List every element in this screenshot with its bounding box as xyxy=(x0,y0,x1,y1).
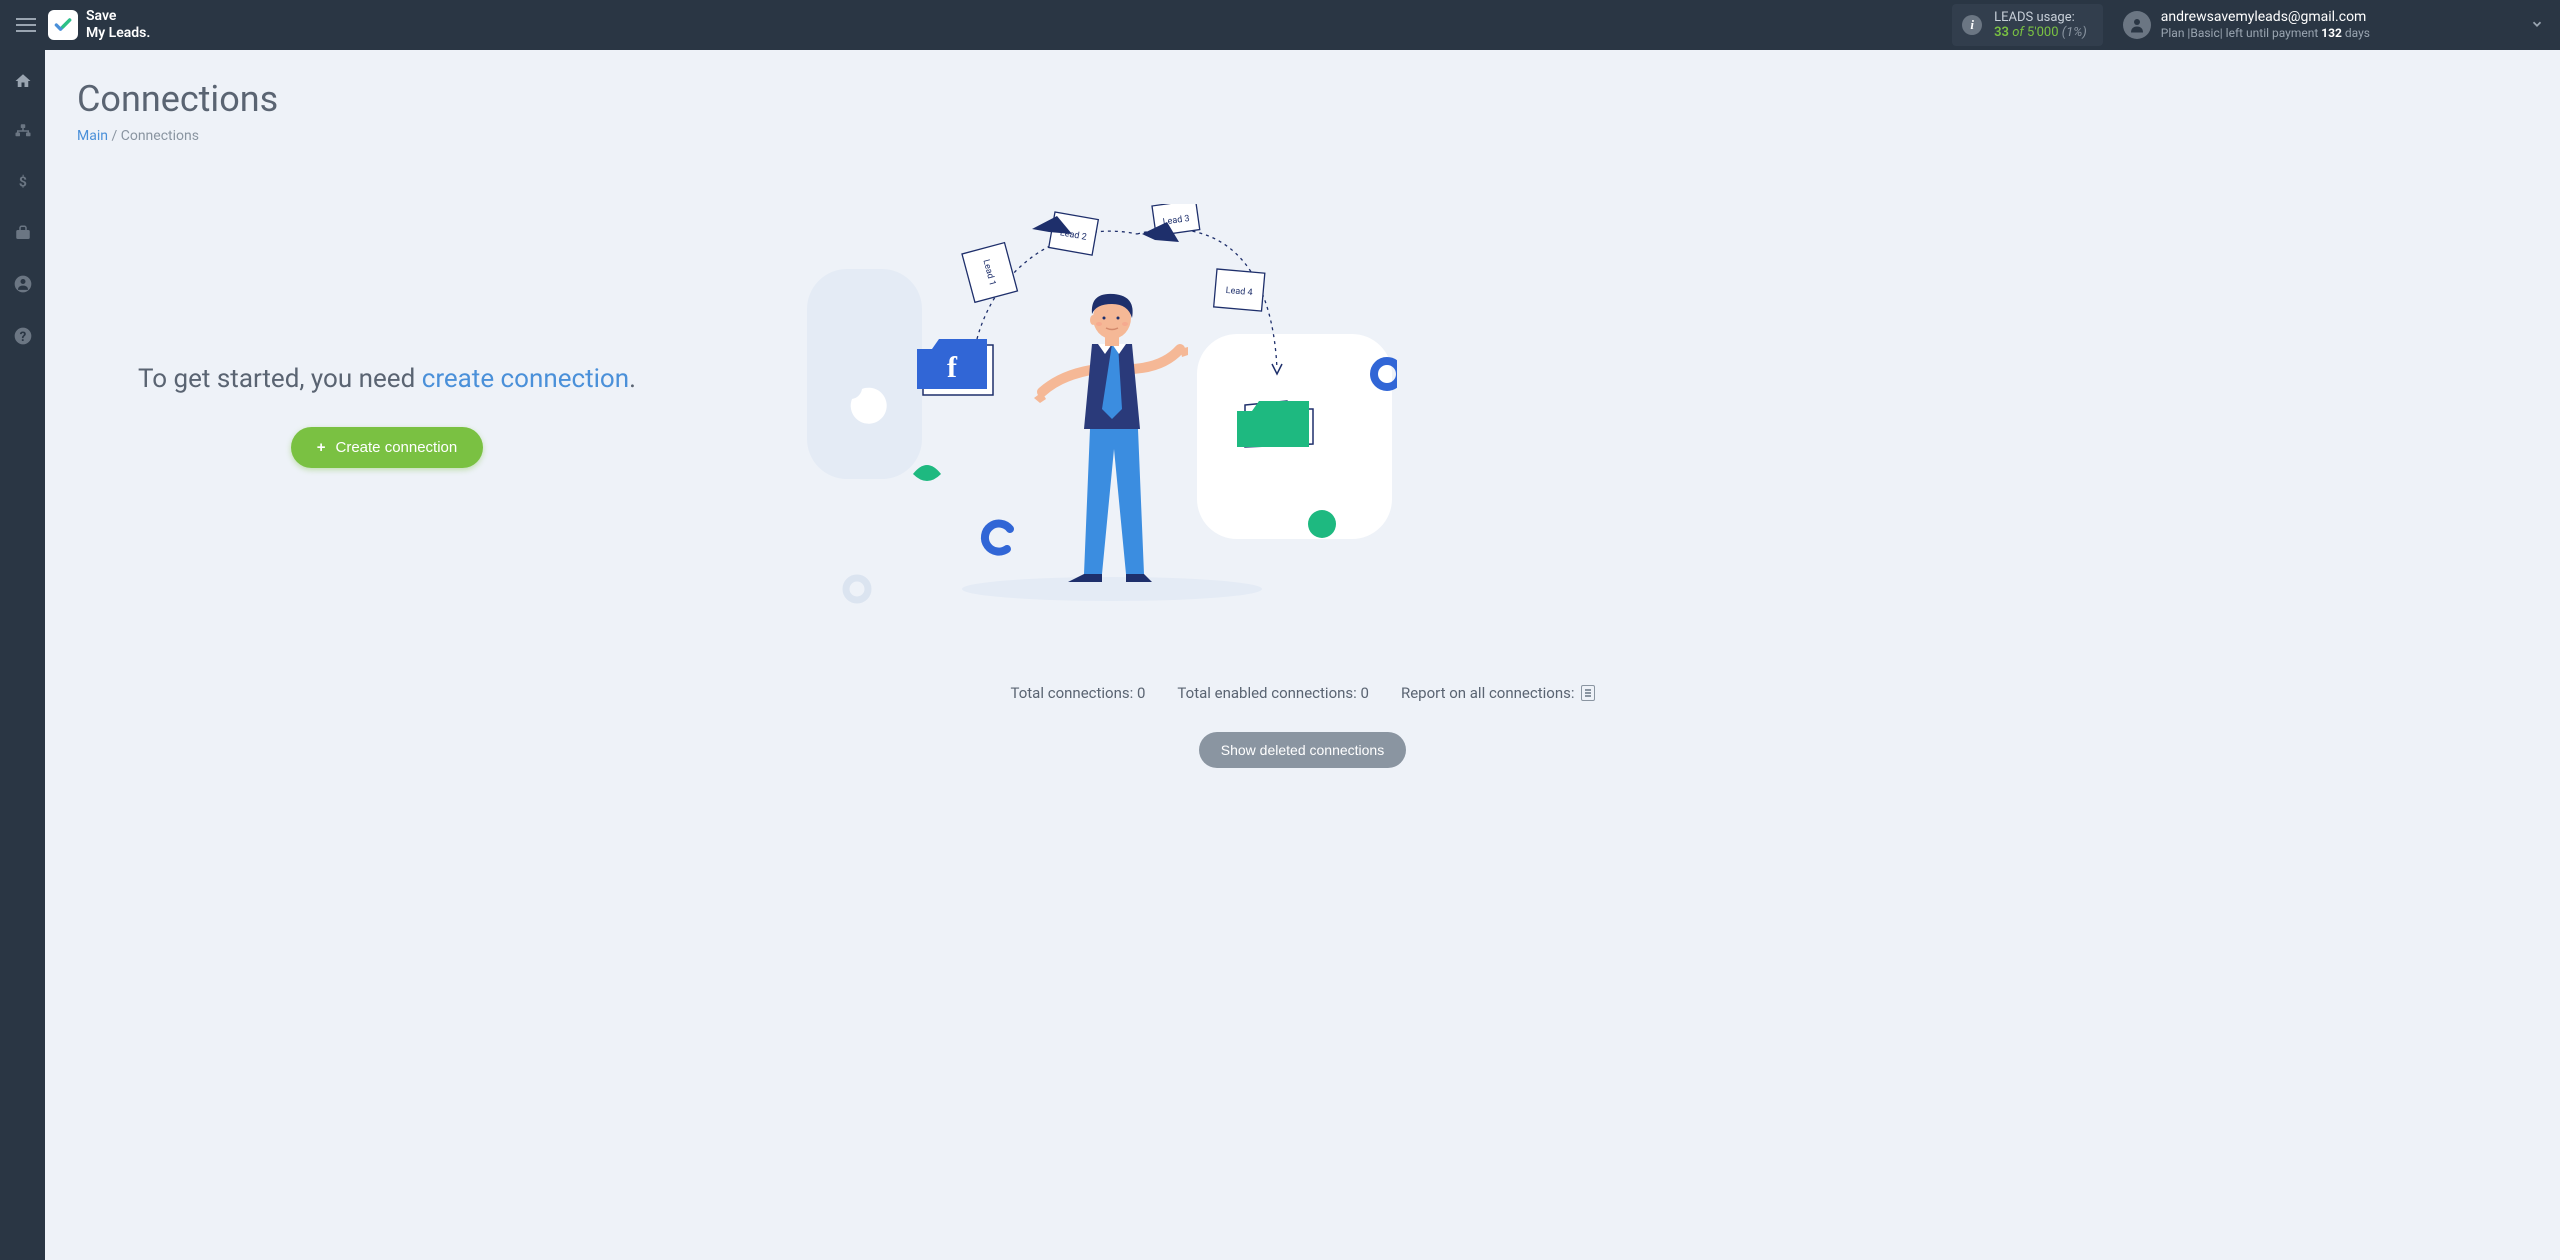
leads-usage-label: LEADS usage: xyxy=(1994,10,2087,25)
breadcrumb: Main / Connections xyxy=(77,128,2528,144)
user-email: andrewsavemyleads@gmail.com xyxy=(2161,8,2370,26)
breadcrumb-main-link[interactable]: Main xyxy=(77,128,108,144)
sidebar-item-connections[interactable] xyxy=(0,118,45,144)
plus-icon: + xyxy=(317,439,326,456)
page-title: Connections xyxy=(77,78,2528,120)
leads-usage-values: 33 of 5'000 (1%) xyxy=(1994,25,2087,40)
sidebar-item-home[interactable] xyxy=(0,68,45,94)
logo-text: Save My Leads. xyxy=(86,8,150,42)
empty-state-text: To get started, you need create connecti… xyxy=(77,360,697,399)
avatar-icon xyxy=(2123,11,2151,39)
stat-total: Total connections: 0 xyxy=(1011,684,1146,702)
logo[interactable]: Save My Leads. xyxy=(48,8,150,42)
hamburger-menu-icon[interactable] xyxy=(16,16,36,34)
logo-icon xyxy=(48,10,78,40)
header-right: i LEADS usage: 33 of 5'000 (1%) andrewsa… xyxy=(1952,4,2544,46)
sidebar-item-help[interactable]: ? xyxy=(0,322,45,350)
breadcrumb-current: Connections xyxy=(121,128,199,144)
sidebar: $ ? xyxy=(0,50,45,1260)
stat-enabled: Total enabled connections: 0 xyxy=(1177,684,1369,702)
user-menu[interactable]: andrewsavemyleads@gmail.com Plan |Basic|… xyxy=(2123,8,2370,42)
stats-row: Total connections: 0 Total enabled conne… xyxy=(77,684,2528,702)
create-connection-text-link[interactable]: create connection xyxy=(422,364,629,394)
leads-usage-badge[interactable]: i LEADS usage: 33 of 5'000 (1%) xyxy=(1952,4,2103,46)
empty-state-illustration: f Lead 1 xyxy=(797,204,1397,624)
create-connection-button[interactable]: + Create connection xyxy=(291,427,484,468)
svg-text:?: ? xyxy=(19,330,26,345)
main-content: Connections Main / Connections To get st… xyxy=(45,50,2560,1260)
header-left: Save My Leads. xyxy=(16,8,150,42)
info-icon: i xyxy=(1962,15,1982,35)
sidebar-item-billing[interactable]: $ xyxy=(0,168,45,196)
stat-report: Report on all connections: xyxy=(1401,684,1595,702)
chevron-down-icon[interactable] xyxy=(2530,16,2544,35)
sidebar-item-account[interactable] xyxy=(0,270,45,298)
empty-state: To get started, you need create connecti… xyxy=(77,360,697,468)
app-header: Save My Leads. i LEADS usage: 33 of 5'00… xyxy=(0,0,2560,50)
svg-text:$: $ xyxy=(18,174,26,191)
document-icon[interactable] xyxy=(1581,685,1595,701)
svg-text:f: f xyxy=(947,351,958,384)
sidebar-item-briefcase[interactable] xyxy=(0,220,45,246)
user-plan: Plan |Basic| left until payment 132 days xyxy=(2161,26,2370,42)
show-deleted-button[interactable]: Show deleted connections xyxy=(1199,732,1406,768)
